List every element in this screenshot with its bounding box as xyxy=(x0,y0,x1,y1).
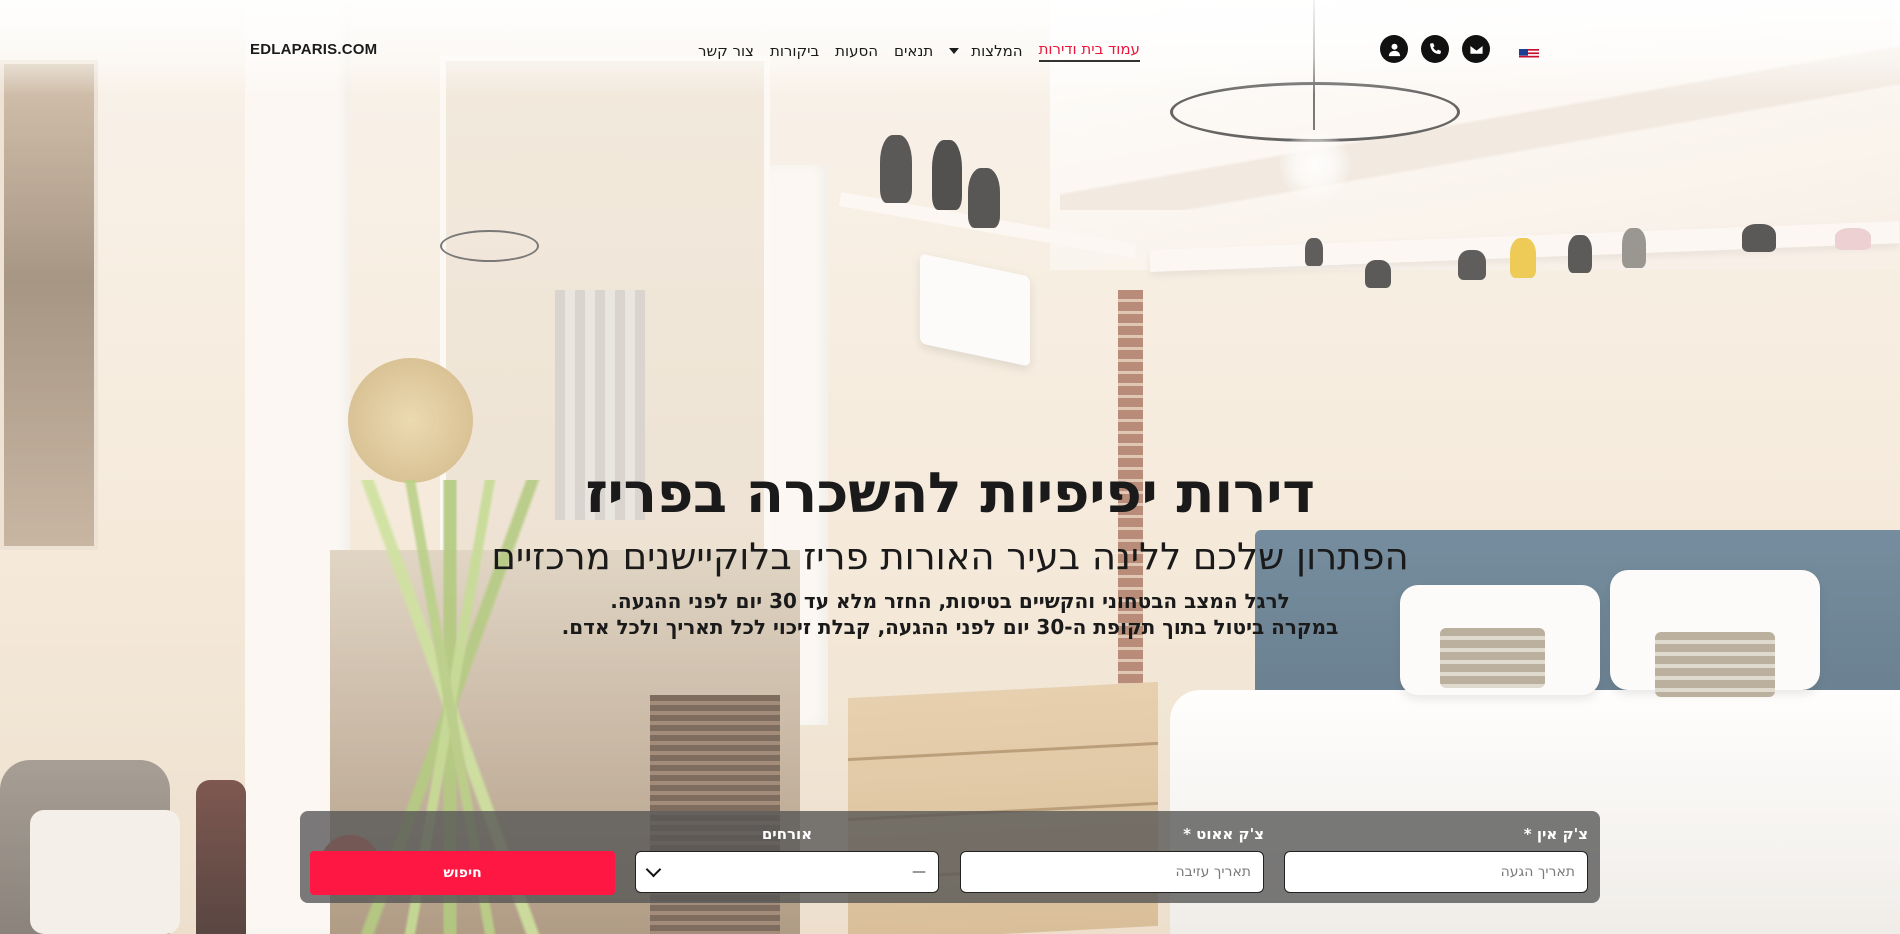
hero-notice-line-1: לרגל המצב הבטחוני והקשיים בטיסות, החזר מ… xyxy=(610,588,1290,613)
nav-item-label: המלצות xyxy=(971,42,1023,60)
nav-item-recommendations[interactable]: המלצות xyxy=(941,40,1030,62)
checkout-date-input[interactable] xyxy=(960,851,1264,893)
user-icon[interactable] xyxy=(1380,35,1408,63)
hero-subtitle: הפתרון שלכם ללינה בעיר האורות פריז בלוקי… xyxy=(491,535,1409,579)
nav-item-transfers[interactable]: הסעות xyxy=(827,40,886,62)
hero-notice-line-2: במקרה ביטול בתוך תקופת ה-30 יום לפני ההג… xyxy=(561,614,1339,639)
booking-form: צ'ק אין * צ'ק אאוט * אורחים — חיפוש xyxy=(300,811,1600,903)
chevron-down-icon xyxy=(645,861,662,878)
nav-item-label: תנאים xyxy=(894,42,934,60)
nav-item-terms[interactable]: תנאים xyxy=(886,40,941,62)
guests-label: אורחים xyxy=(761,825,813,843)
checkin-label-text: צ'ק אין xyxy=(1536,825,1588,843)
chevron-down-icon xyxy=(949,48,960,54)
envelope-icon[interactable] xyxy=(1462,35,1490,63)
hero-title: דירות יפיפיות להשכרה בפריז xyxy=(585,461,1315,526)
nav-item-label: צור קשר xyxy=(698,42,754,60)
us-flag-icon[interactable] xyxy=(1519,46,1539,58)
nav-item-reviews[interactable]: ביקורות xyxy=(762,40,827,62)
nav-item-contact[interactable]: צור קשר xyxy=(690,40,762,62)
header-icons xyxy=(1380,35,1490,63)
guests-select[interactable]: — xyxy=(635,851,939,893)
guests-selected-value: — xyxy=(912,864,926,880)
brand-logo-link[interactable]: EDLAPARIS.COM xyxy=(250,41,377,58)
required-marker: * xyxy=(1523,825,1532,843)
required-marker: * xyxy=(1183,825,1191,843)
checkin-field-group: צ'ק אין * xyxy=(1284,825,1588,893)
checkin-date-input[interactable] xyxy=(1284,851,1588,893)
checkin-label: צ'ק אין * xyxy=(1284,825,1588,845)
hero-section: דירות יפיפיות להשכרה בפריז הפתרון שלכם ל… xyxy=(0,460,1900,640)
guests-field-group: אורחים — xyxy=(635,825,939,893)
nav-item-home[interactable]: עמוד בית ודירות xyxy=(1031,38,1148,64)
checkout-field-group: צ'ק אאוט * xyxy=(960,825,1264,893)
checkout-label: צ'ק אאוט * xyxy=(960,825,1264,845)
nav-item-label: הסעות xyxy=(835,42,879,60)
phone-icon[interactable] xyxy=(1421,35,1449,63)
site-header: EDLAPARIS.COM עמוד בית ודירות המלצות תנא… xyxy=(0,0,1900,100)
main-nav: עמוד בית ודירות המלצות תנאים הסעות ביקור… xyxy=(690,38,1148,64)
nav-item-label: עמוד בית ודירות xyxy=(1038,40,1140,62)
search-button[interactable]: חיפוש xyxy=(310,851,615,895)
checkout-label-text: צ'ק אאוט xyxy=(1196,825,1264,843)
nav-item-label: ביקורות xyxy=(769,42,820,60)
